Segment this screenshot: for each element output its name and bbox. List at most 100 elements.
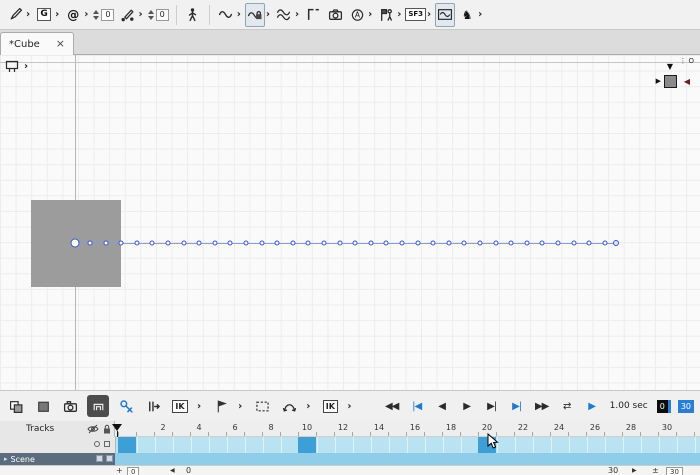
ik2-dropdown[interactable]: › [347,401,351,412]
skip-to-end-button[interactable]: ▶| [508,401,526,412]
scene-toggle-2[interactable] [106,455,113,462]
ink-tool-dropdown[interactable]: › [138,9,142,20]
keyframe-button[interactable] [116,395,136,417]
value-stepper-1[interactable]: 0 [93,8,115,21]
selected-frame-cell[interactable] [118,437,136,453]
frame-button[interactable] [33,395,53,417]
curve-tool-dropdown[interactable]: › [237,9,241,20]
view-flag-dropdown[interactable]: › [24,61,28,72]
curve-lock-tool-button[interactable] [244,2,265,27]
path-waypoint[interactable] [321,240,327,246]
scroll-right-button[interactable]: ▶ [632,466,637,475]
ik-button[interactable]: IK [170,395,190,417]
spiral-tool-button[interactable]: @ [63,3,83,27]
arc-interpolation-dropdown[interactable]: › [306,401,310,412]
path-waypoint[interactable] [212,240,218,246]
path-waypoint[interactable] [555,240,561,246]
path-waypoint[interactable] [571,240,577,246]
walk-tool-button[interactable] [183,3,203,27]
anchor-tool-button[interactable]: A [347,3,367,27]
path-waypoint[interactable] [446,240,452,246]
gizmo-right-arrow-icon[interactable]: ◀ [684,77,690,86]
gizmo-left-arrow-icon[interactable]: ▶ [656,77,661,85]
path-waypoint[interactable] [461,240,467,246]
timeline-ruler[interactable]: Tracks 2 4 6 8 10 12 14 16 18 20 22 24 26 28 30 [0,421,700,437]
path-waypoint[interactable] [290,240,296,246]
path-waypoint[interactable] [337,240,343,246]
stepper-arrows-icon[interactable] [93,9,100,20]
ik-dropdown[interactable]: › [197,401,201,412]
track-lock-icon[interactable] [104,441,110,447]
anchor-tool-dropdown[interactable]: › [368,9,372,20]
multi-curve-tool-dropdown[interactable]: › [295,9,299,20]
stepper-2-value[interactable]: 0 [155,8,169,21]
path-waypoint[interactable] [103,240,109,246]
tab-cube[interactable]: *Cube × [0,32,74,55]
group-tool-button[interactable]: G [34,3,54,27]
end-frame-input[interactable]: 30 [666,467,683,475]
arc-interpolation-button[interactable] [279,395,299,417]
path-waypoint[interactable] [259,240,265,246]
path-waypoint[interactable] [274,240,280,246]
camera-tool-button[interactable] [325,3,345,27]
rewind-button[interactable]: ◀◀ [383,401,401,412]
camera-capture-button[interactable] [60,395,80,417]
path-waypoint[interactable] [70,238,80,248]
camera-view-toggle[interactable]: › [5,60,31,73]
selected-frame-cell[interactable] [298,437,316,453]
flag-marker-dropdown[interactable]: › [238,401,242,412]
scroll-left-button[interactable]: ◀ [170,466,175,475]
path-waypoint[interactable] [586,240,592,246]
path-waypoint[interactable] [181,240,187,246]
path-waypoint[interactable] [477,240,483,246]
cells-band[interactable] [0,437,700,453]
ink-tool-button[interactable] [117,3,137,27]
stepper-arrows-icon[interactable] [147,9,154,20]
curve-lock-tool-dropdown[interactable]: › [266,9,270,20]
path-waypoint[interactable] [602,240,608,246]
path-waypoint[interactable] [243,240,249,246]
group-tool-dropdown[interactable]: › [55,9,59,20]
multi-curve-tool-button[interactable] [274,3,294,27]
gizmo-down-arrow-icon[interactable]: ▼ [667,62,673,71]
animal-tool-button[interactable]: ♞ [457,3,477,27]
pen-tool-button[interactable] [5,3,25,27]
spiral-tool-dropdown[interactable]: › [84,9,88,20]
end-frame-box[interactable]: 30 [677,399,694,413]
curve-tool-button[interactable] [216,3,236,27]
path-waypoint[interactable] [87,240,93,246]
path-waypoint[interactable] [399,240,405,246]
path-waypoint[interactable] [352,240,358,246]
path-waypoint[interactable] [383,240,389,246]
path-waypoint[interactable] [430,240,436,246]
scene-track-strip[interactable] [115,453,700,465]
pose-tool-button[interactable] [376,3,396,27]
value-stepper-2[interactable]: 0 [147,8,169,21]
stepper-1-value[interactable]: 0 [101,8,115,21]
sf3-tool-button[interactable]: SF3 [405,3,427,27]
track-visibility-icon[interactable] [94,441,100,447]
horizontal-guide[interactable] [0,62,700,63]
path-waypoint[interactable] [134,240,140,246]
previous-frame-button[interactable]: ◀ [433,401,451,412]
path-waypoint[interactable] [508,240,514,246]
path-waypoint[interactable] [165,240,171,246]
add-frames-button[interactable]: + [116,466,123,475]
cells-area[interactable] [115,437,700,453]
path-waypoint[interactable] [613,240,619,246]
path-waypoint[interactable] [539,240,545,246]
scene-expander-icon[interactable]: ▸ [4,455,8,463]
layers-button[interactable] [6,395,26,417]
play-button[interactable]: ▶ [458,401,476,412]
next-frame-button[interactable]: ▶| [483,401,501,412]
gizmo-menu-icon[interactable]: ⋮O [679,57,696,65]
scene-toggle-1[interactable] [96,455,103,462]
path-waypoint[interactable] [149,240,155,246]
current-frame-box[interactable]: 0 [656,399,671,413]
scene-label-area[interactable]: ▸ Scene [0,453,115,465]
ik2-button[interactable]: IK [320,395,340,417]
path-waypoint[interactable] [415,240,421,246]
start-frame-input[interactable]: 0 [127,467,140,475]
skip-to-start-button[interactable]: |◀ [408,401,426,412]
path-waypoint[interactable] [118,240,124,246]
